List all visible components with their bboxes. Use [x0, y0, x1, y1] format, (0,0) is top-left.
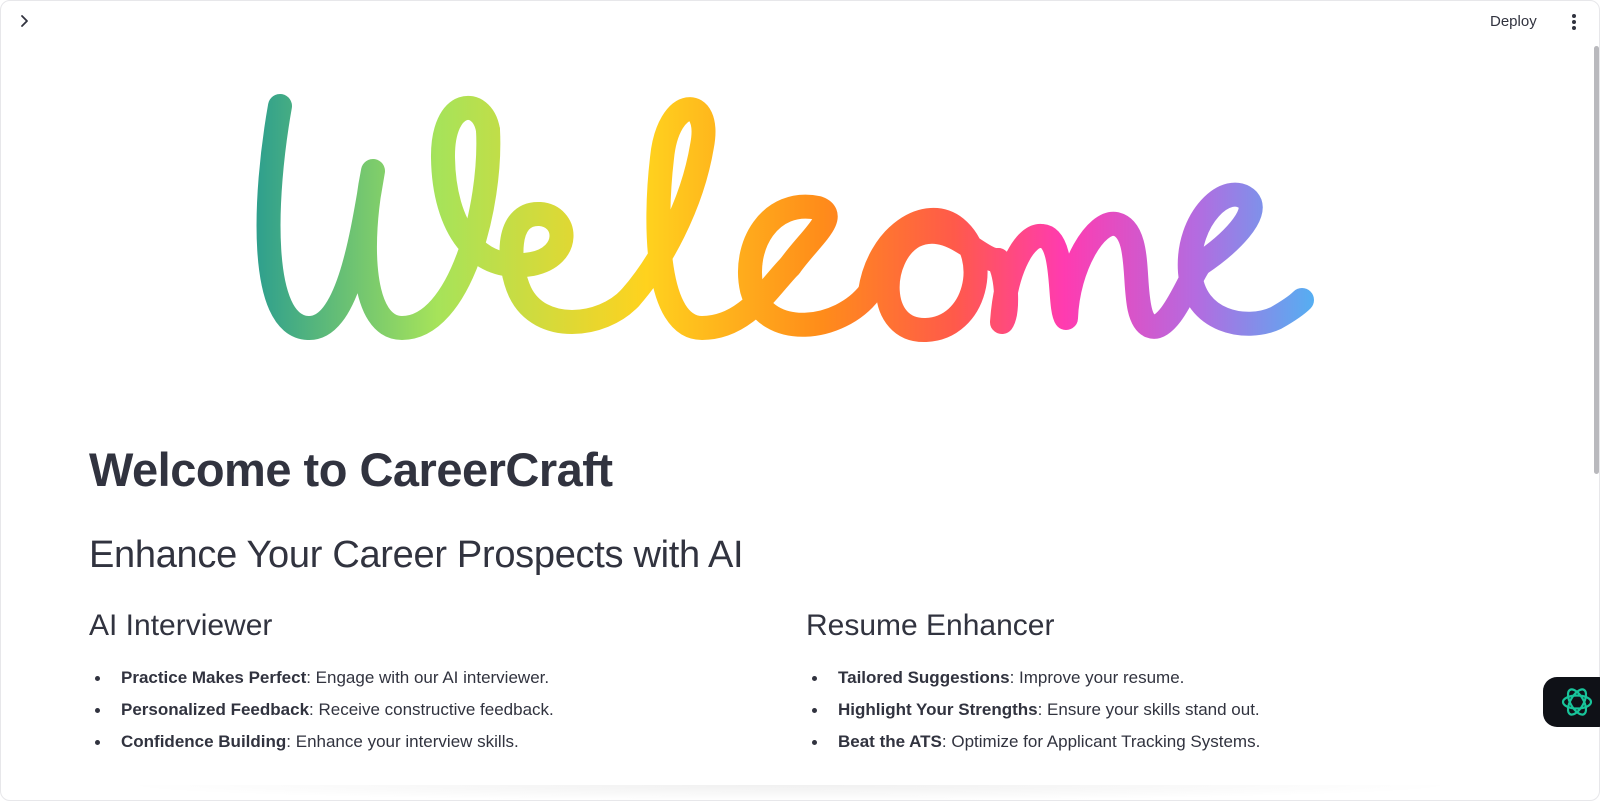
page-title: Welcome to CareerCraft [89, 443, 613, 496]
feature-list: Practice Makes Perfect: Engage with our … [89, 662, 779, 758]
feature-term: Practice Makes Perfect [121, 668, 307, 687]
feature-term: Confidence Building [121, 732, 287, 751]
sidebar-toggle-button[interactable] [14, 10, 36, 32]
main-menu-button[interactable] [1566, 10, 1582, 34]
feature-desc: : Enhance your interview skills. [286, 732, 519, 751]
openai-knot-icon [1561, 688, 1593, 716]
feature-term: Personalized Feedback [121, 700, 310, 719]
feature-column-ai-interviewer: AI Interviewer Practice Makes Perfect: E… [89, 606, 779, 758]
list-item: Beat the ATS: Optimize for Applicant Tra… [806, 726, 1496, 758]
page-subtitle: Enhance Your Career Prospects with AI [89, 534, 744, 576]
app-window: Deploy Welcome to CareerCraft Enhance Yo… [0, 0, 1600, 801]
feature-desc: : Ensure your skills stand out. [1037, 700, 1260, 719]
list-item: Practice Makes Perfect: Engage with our … [89, 662, 779, 694]
list-item: Personalized Feedback: Receive construct… [89, 694, 779, 726]
feature-desc: : Improve your resume. [1009, 668, 1185, 687]
bottom-shadow [110, 785, 1470, 801]
feature-heading: Resume Enhancer [806, 609, 1055, 642]
chevron-right-icon [21, 15, 28, 27]
feature-term: Highlight Your Strengths [838, 700, 1038, 719]
feature-term: Tailored Suggestions [838, 668, 1010, 687]
feature-desc: : Receive constructive feedback. [309, 700, 554, 719]
ai-assistant-button[interactable] [1543, 677, 1600, 727]
list-item: Highlight Your Strengths: Ensure your sk… [806, 694, 1496, 726]
deploy-button[interactable]: Deploy [1490, 10, 1537, 34]
top-bar: Deploy [0, 0, 1600, 44]
list-item: Tailored Suggestions: Improve your resum… [806, 662, 1496, 694]
list-item: Confidence Building: Enhance your interv… [89, 726, 779, 758]
feature-column-resume-enhancer: Resume Enhancer Tailored Suggestions: Im… [806, 606, 1496, 758]
feature-desc: : Optimize for Applicant Tracking System… [941, 732, 1261, 751]
feature-term: Beat the ATS [838, 732, 942, 751]
scrollbar-thumb[interactable] [1594, 46, 1599, 474]
feature-heading: AI Interviewer [89, 609, 273, 642]
feature-desc: : Engage with our AI interviewer. [306, 668, 550, 687]
kebab-menu-icon [1572, 14, 1576, 30]
feature-list: Tailored Suggestions: Improve your resum… [806, 662, 1496, 758]
welcome-hero-image [256, 94, 1314, 342]
